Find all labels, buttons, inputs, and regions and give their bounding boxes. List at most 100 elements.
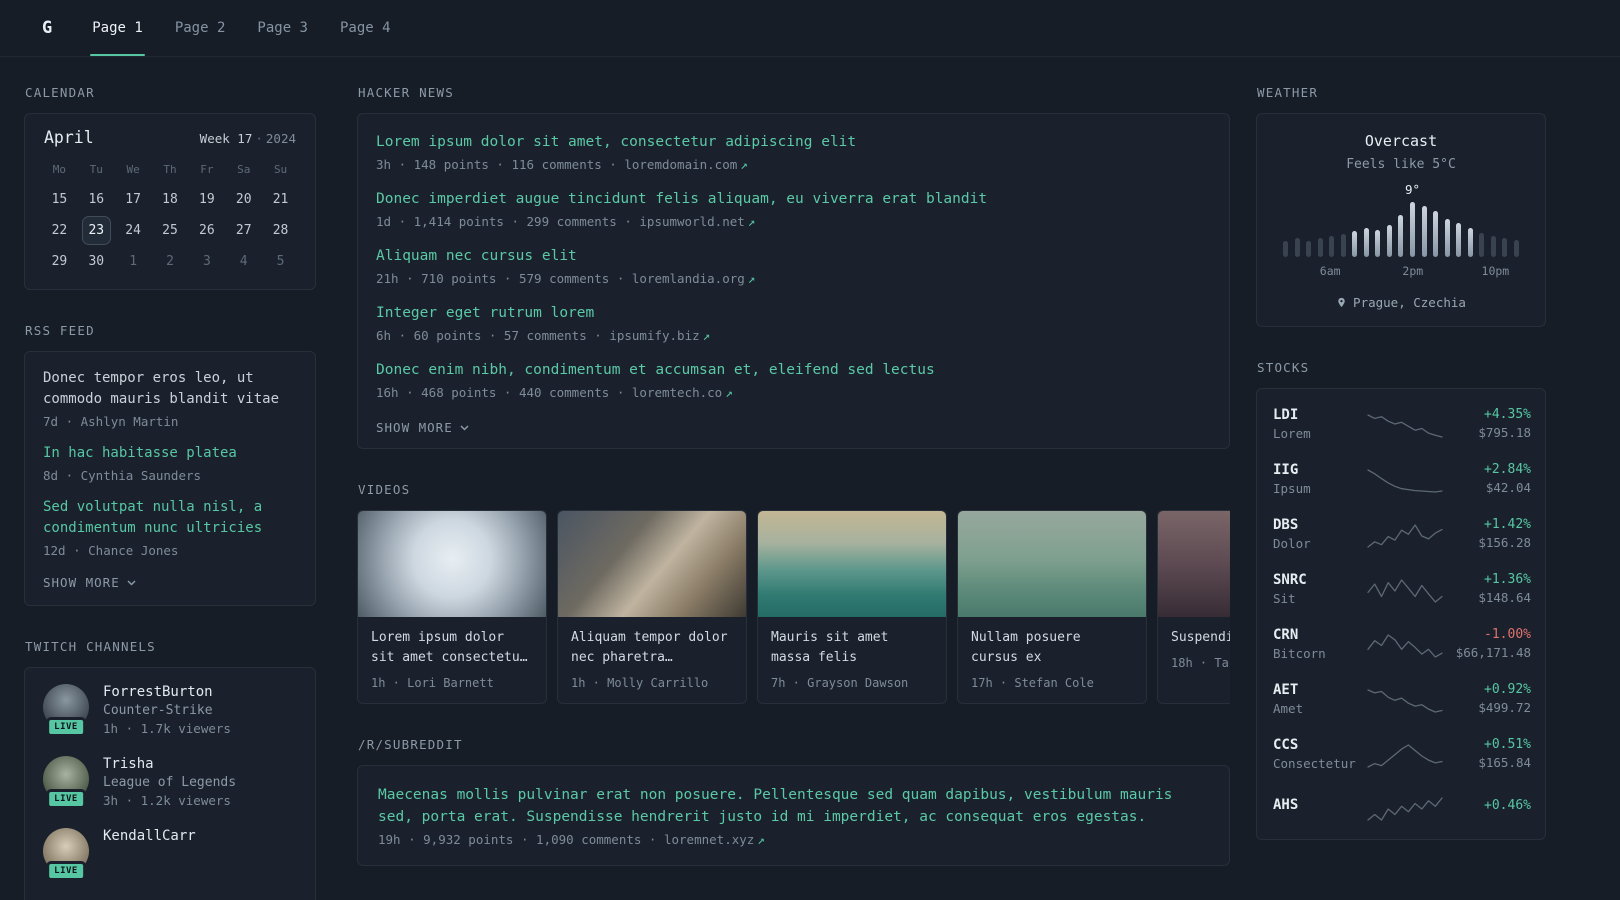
rss-item-title[interactable]: In hac habitasse platea xyxy=(43,443,297,464)
stock-row[interactable]: AHS +0.46% xyxy=(1273,781,1531,832)
middle-column: HACKER NEWS Lorem ipsum dolor sit amet, … xyxy=(357,85,1230,899)
video-card[interactable]: Nullam posuere cursus ex 17h · Stefan Co… xyxy=(957,510,1147,704)
post-meta: 19h · 9,932 points · 1,090 comments · lo… xyxy=(378,832,1209,847)
stock-values: +0.51% $165.84 xyxy=(1443,737,1531,770)
rss-widget: RSS FEED Donec tempor eros leo, ut commo… xyxy=(24,323,316,606)
twitch-channel-row[interactable]: LIVE Trisha League of Legends 3h · 1.2k … xyxy=(43,756,297,809)
post-domain-link[interactable]: loremnet.xyz xyxy=(664,832,754,847)
hn-show-more-button[interactable]: SHOW MORE xyxy=(376,420,469,435)
rss-item-title[interactable]: Donec tempor eros leo, ut commodo mauris… xyxy=(43,368,297,410)
dow-label: Mo xyxy=(52,163,67,176)
stock-id: DBS Dolor xyxy=(1273,517,1367,551)
show-more-label: SHOW MORE xyxy=(376,420,453,435)
hn-item-title[interactable]: Lorem ipsum dolor sit amet, consectetur … xyxy=(376,132,1211,153)
stock-values: +0.46% xyxy=(1443,798,1531,816)
stock-values: +4.35% $795.18 xyxy=(1443,407,1531,440)
video-thumbnail xyxy=(958,511,1146,617)
hn-item: Donec imperdiet augue tincidunt felis al… xyxy=(376,189,1211,229)
stock-id: SNRC Sit xyxy=(1273,572,1367,606)
rss-item: Sed volutpat nulla nisl, a condimentum n… xyxy=(43,497,297,558)
calendar-month: April xyxy=(44,128,94,147)
rss-show-more-button[interactable]: SHOW MORE xyxy=(43,575,136,590)
stock-row[interactable]: IIG Ipsum +2.84% $42.04 xyxy=(1273,451,1531,506)
tab-page-1[interactable]: Page 1 xyxy=(90,0,145,56)
calendar-day: 1 xyxy=(129,254,138,269)
stock-row[interactable]: LDI Lorem +4.35% $795.18 xyxy=(1273,396,1531,451)
stock-row[interactable]: CRN Bitcorn -1.00% $66,171.48 xyxy=(1273,616,1531,671)
calendar-day: 24 xyxy=(125,223,141,238)
rss-item: In hac habitasse platea 8d · Cynthia Sau… xyxy=(43,443,297,483)
video-title: Suspendisse diam xyxy=(1171,630,1230,645)
stock-price: $795.18 xyxy=(1478,425,1531,440)
stock-name: Lorem xyxy=(1273,425,1311,441)
hn-item-title[interactable]: Donec imperdiet augue tincidunt felis al… xyxy=(376,189,1211,210)
tab-page-2[interactable]: Page 2 xyxy=(173,0,228,56)
hn-item: Donec enim nibh, condimentum et accumsan… xyxy=(376,360,1211,400)
hn-item-domain-link[interactable]: loremtech.co xyxy=(632,385,722,400)
hackernews-widget: HACKER NEWS Lorem ipsum dolor sit amet, … xyxy=(357,85,1230,449)
separator: · xyxy=(255,131,263,146)
calendar-day: 27 xyxy=(235,223,252,238)
stock-price: $165.84 xyxy=(1478,755,1531,770)
app-logo[interactable]: G xyxy=(42,18,52,38)
subreddit-card: Maecenas mollis pulvinar erat non posuer… xyxy=(357,765,1230,866)
stock-change: +1.36% xyxy=(1484,572,1531,587)
hn-item-title[interactable]: Donec enim nibh, condimentum et accumsan… xyxy=(376,360,1211,381)
video-card[interactable]: Lorem ipsum dolor sit amet consectetu… 1… xyxy=(357,510,547,704)
stock-symbol: LDI xyxy=(1273,406,1299,423)
calendar-day: 29 xyxy=(51,254,68,269)
calendar-day: 21 xyxy=(272,192,289,207)
rss-item-meta: 12d · Chance Jones xyxy=(43,543,179,558)
tab-page-3[interactable]: Page 3 xyxy=(255,0,310,56)
video-card[interactable]: Mauris sit amet massa felis 7h · Grayson… xyxy=(757,510,947,704)
video-title: Lorem ipsum dolor sit amet consectetu… xyxy=(371,630,528,665)
post-title[interactable]: Maecenas mollis pulvinar erat non posuer… xyxy=(378,784,1209,828)
stock-change: +0.46% xyxy=(1484,797,1531,813)
channel-name: ForrestBurton xyxy=(103,684,213,700)
hn-item-title[interactable]: Integer eget rutrum lorem xyxy=(376,303,1211,324)
channel-info: Trisha League of Legends 3h · 1.2k viewe… xyxy=(103,756,236,808)
hn-item-domain-link[interactable]: ipsumify.biz xyxy=(609,328,699,343)
hn-item-title[interactable]: Aliquam nec cursus elit xyxy=(376,246,1211,267)
twitch-channel-row[interactable]: LIVE KendallCarr xyxy=(43,828,297,881)
subreddit-post: Maecenas mollis pulvinar erat non posuer… xyxy=(378,784,1209,847)
stock-symbol: CCS xyxy=(1273,736,1299,753)
video-info: Aliquam tempor dolor nec pharetra… 1h · … xyxy=(558,617,746,703)
calendar-day: 30 xyxy=(88,254,105,269)
video-title: Mauris sit amet massa felis xyxy=(771,630,889,665)
hn-item-domain-link[interactable]: ipsumworld.net xyxy=(639,214,744,229)
stock-symbol: IIG xyxy=(1273,461,1299,478)
stock-values: +0.92% $499.72 xyxy=(1443,682,1531,715)
dashboard: CALENDAR April Week 17 · 2024 Mo Tu We Th … xyxy=(0,57,1620,900)
stock-row[interactable]: AET Amet +0.92% $499.72 xyxy=(1273,671,1531,726)
video-info: Lorem ipsum dolor sit amet consectetu… 1… xyxy=(358,617,546,703)
stock-row[interactable]: CCS Consectetur +0.51% $165.84 xyxy=(1273,726,1531,781)
twitch-channel-row[interactable]: LIVE ForrestBurton Counter-Strike 1h · 1… xyxy=(43,684,297,737)
hn-item-domain-link[interactable]: loremdomain.com xyxy=(624,157,737,172)
hn-item-meta: 3h · 148 points · 116 comments · loremdo… xyxy=(376,157,1211,172)
stock-symbol: DBS xyxy=(1273,516,1299,533)
video-card[interactable]: Suspendisse diam 18h · Tara xyxy=(1157,510,1230,704)
twitch-widget: TWITCH CHANNELS LIVE ForrestBurton Count… xyxy=(24,639,316,900)
stock-sparkline xyxy=(1367,739,1443,769)
video-card[interactable]: Aliquam tempor dolor nec pharetra… 1h · … xyxy=(557,510,747,704)
calendar-day: 3 xyxy=(202,254,211,269)
rss-item-title[interactable]: Sed volutpat nulla nisl, a condimentum n… xyxy=(43,497,297,539)
external-link-icon: ↗ xyxy=(747,271,756,286)
video-thumbnail xyxy=(558,511,746,617)
channel-name: KendallCarr xyxy=(103,828,196,844)
videos-widget: VIDEOS Lorem ipsum dolor sit amet consec… xyxy=(357,482,1230,704)
stock-row[interactable]: DBS Dolor +1.42% $156.28 xyxy=(1273,506,1531,561)
tab-page-4[interactable]: Page 4 xyxy=(338,0,393,56)
hn-item-meta: 21h · 710 points · 579 comments · loreml… xyxy=(376,271,1211,286)
stock-name: Sit xyxy=(1273,590,1296,606)
post-meta-text: 19h · 9,932 points · 1,090 comments · xyxy=(378,832,657,847)
calendar-day: 4 xyxy=(239,254,248,269)
video-meta: 1h · Lori Barnett xyxy=(371,676,494,690)
video-title: Aliquam tempor dolor nec pharetra… xyxy=(571,630,728,665)
stock-id: IIG Ipsum xyxy=(1273,462,1367,496)
hn-item-domain-link[interactable]: loremlandia.org xyxy=(632,271,745,286)
stock-name: Consectetur xyxy=(1273,755,1356,771)
stock-row[interactable]: SNRC Sit +1.36% $148.64 xyxy=(1273,561,1531,616)
stock-sparkline xyxy=(1367,792,1443,822)
